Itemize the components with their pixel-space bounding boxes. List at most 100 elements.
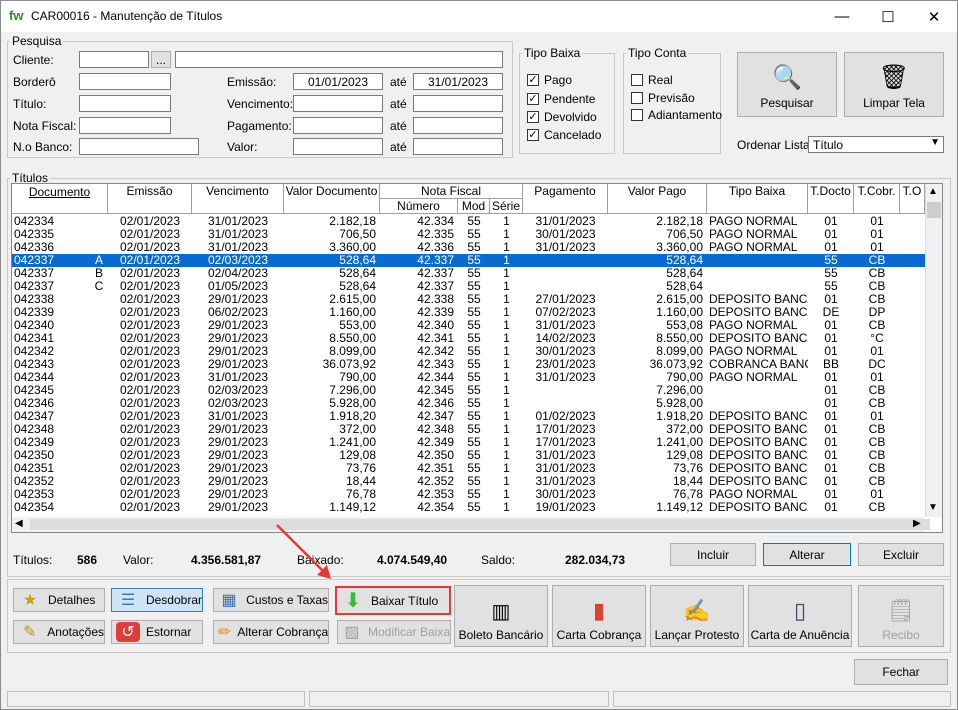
checkbox-real[interactable]: Real (631, 73, 673, 87)
emissao-to-input[interactable]: 31/01/2023 (413, 73, 503, 90)
scroll-left-icon[interactable]: ◀ (15, 518, 23, 529)
table-row[interactable]: 042334 02/01/2023 31/01/2023 2.182,18 42.334… (12, 215, 925, 228)
nota-fiscal-input[interactable] (79, 117, 171, 134)
checkbox-previsao[interactable]: Previsão (631, 91, 695, 105)
ordenar-lista-select[interactable]: Título ▼ (808, 136, 944, 153)
header-to[interactable]: T.O (900, 184, 925, 214)
scroll-thumb[interactable] (927, 202, 941, 218)
header-vencimento[interactable]: Vencimento (192, 184, 284, 214)
header-tdocto[interactable]: T.Docto (808, 184, 854, 214)
header-nota-fiscal[interactable]: Nota Fiscal (380, 184, 523, 199)
table-row[interactable]: 042350 02/01/2023 29/01/2023 129,08 42.350 55… (12, 449, 925, 462)
alterar-cobranca-button[interactable]: ✏ Alterar Cobrança (213, 620, 329, 644)
table-row[interactable]: 042336 02/01/2023 31/01/2023 3.360,00 42.336… (12, 241, 925, 254)
cell-serie: 1 (503, 267, 510, 280)
cell-pagamento: 31/01/2023 (535, 215, 596, 228)
table-row[interactable]: 042354 02/01/2023 29/01/2023 1.149,12 42.354… (12, 501, 925, 514)
vertical-scrollbar[interactable]: ▲ ▼ (925, 184, 942, 517)
emissao-from-input[interactable]: 01/01/2023 (293, 73, 383, 90)
table-row[interactable]: 042342 02/01/2023 29/01/2023 8.099,00 42.342… (12, 345, 925, 358)
checkbox-pago[interactable]: ✓ Pago (527, 73, 572, 87)
cliente-code-input[interactable] (79, 51, 149, 68)
vencimento-to-input[interactable] (413, 95, 503, 112)
pagamento-from-input[interactable] (293, 117, 383, 134)
carta-cobranca-button[interactable]: ▮ Carta Cobrança (552, 585, 646, 647)
table-row[interactable]: 042337 B 02/01/2023 02/04/2023 528,64 42.337 5… (12, 267, 925, 280)
table-row[interactable]: 042349 02/01/2023 29/01/2023 1.241,00 42.349… (12, 436, 925, 449)
scroll-up-icon[interactable]: ▲ (928, 186, 938, 197)
estornar-button[interactable]: ↺ Estornar (111, 620, 203, 644)
cell-numero: 42.353 (417, 488, 454, 501)
cell-tdocto: 01 (824, 241, 838, 254)
header-numero[interactable]: Número (380, 199, 458, 214)
table-row[interactable]: 042347 02/01/2023 31/01/2023 1.918,20 42.347… (12, 410, 925, 423)
header-valor-pago[interactable]: Valor Pago (608, 184, 707, 214)
pesquisar-button[interactable]: 🔍 Pesquisar (737, 52, 837, 117)
table-row[interactable]: 042338 02/01/2023 29/01/2023 2.615,00 42.338… (12, 293, 925, 306)
table-row[interactable]: 042348 02/01/2023 29/01/2023 372,00 42.348 55… (12, 423, 925, 436)
desdobrar-button[interactable]: ☰ Desdobrar (111, 588, 203, 612)
fechar-button[interactable]: Fechar (854, 659, 948, 685)
cell-documento: 042353 (14, 488, 55, 501)
checkbox-label: Adiantamento (648, 108, 723, 122)
header-serie[interactable]: Série (490, 199, 523, 214)
header-pagamento[interactable]: Pagamento (523, 184, 608, 214)
excluir-button[interactable]: Excluir (858, 543, 944, 566)
table-row[interactable]: 042351 02/01/2023 29/01/2023 73,76 42.351 55 1… (12, 462, 925, 475)
boleto-bancario-button[interactable]: ▥ Boleto Bancário (454, 585, 548, 647)
scroll-right-icon[interactable]: ▶ (913, 518, 921, 529)
anotacoes-button[interactable]: ✎ Anotações (13, 620, 105, 644)
bordero-input[interactable] (79, 73, 171, 90)
scroll-thumb[interactable] (30, 519, 930, 530)
cell-tipo-baixa: DEPOSITO BANCA (709, 423, 808, 436)
table-row[interactable]: 042343 02/01/2023 29/01/2023 36.073,92 42.34… (12, 358, 925, 371)
alterar-button[interactable]: Alterar (763, 543, 851, 566)
header-documento[interactable]: Documento (12, 184, 108, 214)
header-mod[interactable]: Mod (458, 199, 490, 214)
scroll-down-icon[interactable]: ▼ (928, 502, 938, 513)
checkbox-devolvido[interactable]: ✓ Devolvido (527, 110, 597, 124)
maximize-button[interactable]: ☐ (865, 1, 911, 32)
table-row[interactable]: 042346 02/01/2023 02/03/2023 5.928,00 42.346… (12, 397, 925, 410)
close-button[interactable]: ✕ (911, 1, 957, 32)
cliente-name-input[interactable] (175, 51, 503, 68)
table-row[interactable]: 042337 C 02/01/2023 01/05/2023 528,64 42.337 5… (12, 280, 925, 293)
checkbox-adiantamento[interactable]: Adiantamento (631, 108, 722, 122)
valor-from-input[interactable] (293, 138, 383, 155)
cell-parcela: C (94, 280, 104, 293)
checkbox-cancelado[interactable]: ✓ Cancelado (527, 128, 601, 142)
table-row[interactable]: 042353 02/01/2023 29/01/2023 76,78 42.353 55 1… (12, 488, 925, 501)
limpar-tela-button[interactable]: 🗑 Limpar Tela (844, 52, 944, 117)
pagamento-to-input[interactable] (413, 117, 503, 134)
table-row[interactable]: 042337 A 02/01/2023 02/03/2023 528,64 42.337 5… (12, 254, 925, 267)
header-tcobr[interactable]: T.Cobr. (854, 184, 900, 214)
no-banco-input[interactable] (79, 138, 199, 155)
titulo-input[interactable] (79, 95, 171, 112)
annotation-arrow-icon (276, 524, 331, 579)
checkbox-pendente[interactable]: ✓ Pendente (527, 92, 595, 106)
horizontal-scrollbar[interactable]: ◀ ▶ (12, 517, 930, 532)
custos-taxas-button[interactable]: ▦ Custos e Taxas (213, 588, 329, 612)
table-row[interactable]: 042339 02/01/2023 06/02/2023 1.160,00 42.339… (12, 306, 925, 319)
lancar-protesto-button[interactable]: ✍ Lançar Protesto (650, 585, 744, 647)
modificar-baixa-button[interactable]: ▨ Modificar Baixa (337, 620, 451, 644)
incluir-button[interactable]: Incluir (670, 543, 756, 566)
valor-to-input[interactable] (413, 138, 503, 155)
cliente-lookup-button[interactable]: ... (151, 51, 171, 68)
vencimento-from-input[interactable] (293, 95, 383, 112)
table-row[interactable]: 042341 02/01/2023 29/01/2023 8.550,00 42.341… (12, 332, 925, 345)
titulos-grid[interactable]: Documento Emissão Vencimento Valor Docum… (11, 183, 943, 533)
table-row[interactable]: 042340 02/01/2023 29/01/2023 553,00 42.340 55… (12, 319, 925, 332)
detalhes-button[interactable]: ★ Detalhes (13, 588, 105, 612)
table-row[interactable]: 042345 02/01/2023 02/03/2023 7.296,00 42.345… (12, 384, 925, 397)
recibo-button[interactable]: 🗒 Recibo (858, 585, 944, 647)
carta-anuencia-button[interactable]: ▯ Carta de Anuência (748, 585, 852, 647)
table-row[interactable]: 042335 02/01/2023 31/01/2023 706,50 42.335 55… (12, 228, 925, 241)
table-row[interactable]: 042344 02/01/2023 31/01/2023 790,00 42.344 55… (12, 371, 925, 384)
header-tipo-baixa[interactable]: Tipo Baixa (707, 184, 808, 214)
header-valor-documento[interactable]: Valor Documento (284, 184, 380, 214)
minimize-button[interactable]: — (819, 1, 865, 32)
baixar-titulo-button[interactable]: ⬇ Baixar Título (335, 586, 451, 615)
table-row[interactable]: 042352 02/01/2023 29/01/2023 18,44 42.352 55 1… (12, 475, 925, 488)
header-emissao[interactable]: Emissão (108, 184, 192, 214)
